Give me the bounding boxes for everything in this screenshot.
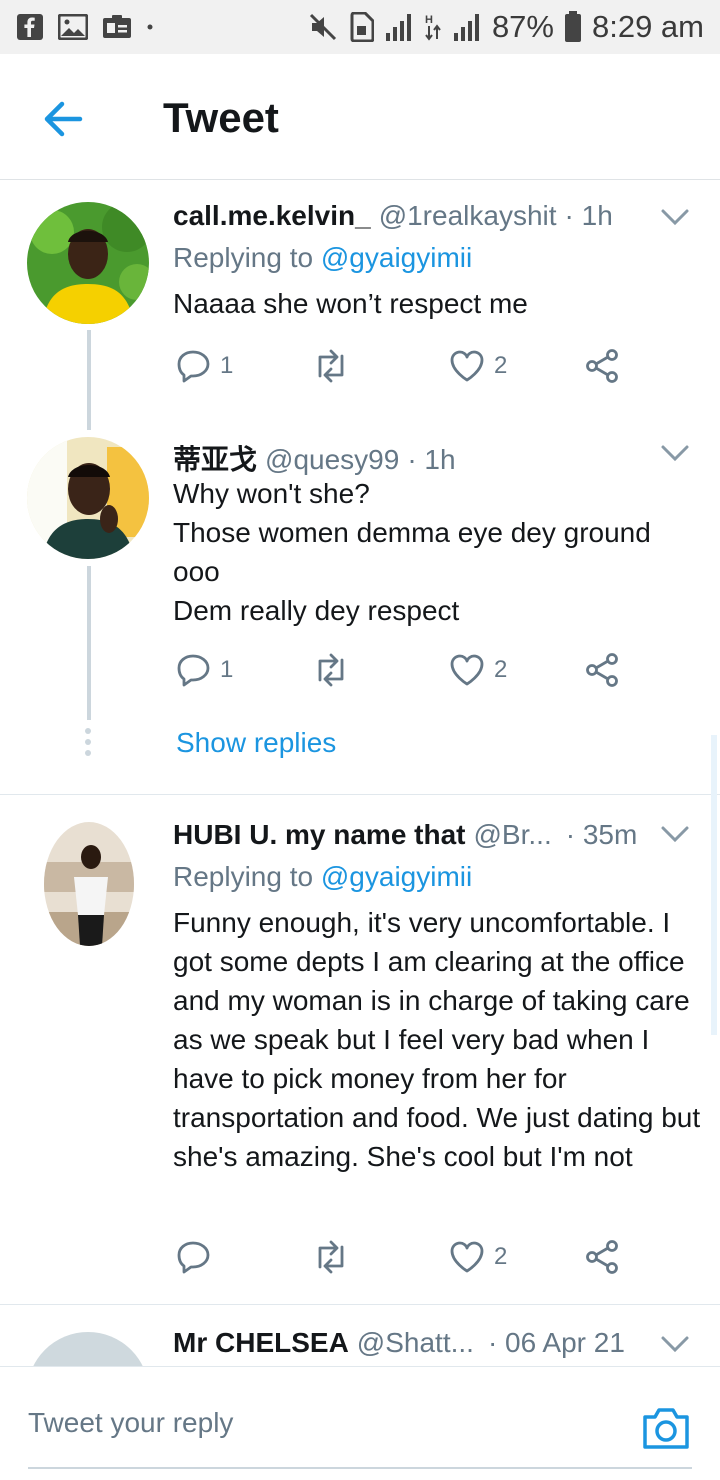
dot-icon xyxy=(146,23,154,31)
heart-icon xyxy=(450,1241,484,1273)
show-replies-link[interactable]: Show replies xyxy=(176,727,336,759)
reply-input[interactable]: Tweet your reply xyxy=(28,1407,233,1439)
clock: 8:29 am xyxy=(591,9,704,44)
mute-icon xyxy=(308,12,338,42)
retweet-button[interactable] xyxy=(311,1239,359,1275)
display-name[interactable]: 蒂亚戈 xyxy=(173,438,257,478)
heart-icon xyxy=(450,654,484,686)
page-title: Tweet xyxy=(163,94,279,141)
mention-link[interactable]: @gyaigyimii xyxy=(321,242,472,273)
like-button[interactable]: 2 xyxy=(448,652,507,688)
status-bar: H 87% 8:29 am xyxy=(0,0,720,54)
replying-to: Replying to @gyaigyimii xyxy=(173,242,473,273)
avatar[interactable] xyxy=(27,1332,149,1367)
reply-button[interactable]: 1 xyxy=(176,652,233,688)
timestamp: · 35m xyxy=(565,819,638,850)
scrollbar[interactable] xyxy=(711,735,717,1035)
tweet[interactable]: call.me.kelvin_ @1realkayshit · 1h Reply… xyxy=(0,180,720,430)
handle[interactable]: @1realkayshit xyxy=(379,200,557,232)
signal-icon xyxy=(452,13,482,41)
battery-percent: 87% xyxy=(491,9,554,44)
tweet-text: Funny enough, it's very uncomfortable. I… xyxy=(173,907,708,1172)
replying-to: Replying to @gyaigyimii xyxy=(173,861,473,892)
display-name[interactable]: call.me.kelvin_ xyxy=(173,200,371,232)
timestamp: · 06 Apr 21 xyxy=(487,1327,625,1358)
back-arrow-icon[interactable] xyxy=(40,96,86,142)
like-count: 2 xyxy=(494,1243,508,1270)
share-button[interactable] xyxy=(583,1239,621,1275)
handle[interactable]: @quesy99 xyxy=(265,444,399,476)
tweet-actions: 1 2 xyxy=(173,348,633,388)
tweet[interactable]: 蒂亚戈 @quesy99 · 1h Why won't she? Those w… xyxy=(0,430,720,730)
reply-input-underline xyxy=(28,1467,692,1469)
tweet[interactable]: HUBI U. my name that @Br... · 35m Replyi… xyxy=(0,795,720,1305)
timestamp: · 1h xyxy=(407,444,456,475)
chevron-down-icon[interactable] xyxy=(660,444,690,462)
share-button[interactable] xyxy=(583,652,621,688)
thread-dots xyxy=(83,728,93,756)
heart-icon xyxy=(450,350,484,382)
like-button[interactable]: 2 xyxy=(448,1239,507,1275)
tweet[interactable]: Mr CHELSEA @Shatt... · 06 Apr 21 xyxy=(0,1305,720,1367)
handle[interactable]: @Br... xyxy=(474,819,552,851)
display-name[interactable]: Mr CHELSEA xyxy=(173,1327,349,1359)
retweet-icon xyxy=(318,653,344,687)
battery-icon xyxy=(564,11,582,43)
svg-text:H: H xyxy=(425,14,433,26)
camera-icon[interactable] xyxy=(641,1405,691,1451)
tweet-actions: 2 xyxy=(173,1239,633,1279)
top-bar: Tweet xyxy=(0,54,720,180)
reply-count: 1 xyxy=(220,656,234,683)
like-button[interactable]: 2 xyxy=(448,348,507,384)
like-count: 2 xyxy=(494,352,508,379)
handle[interactable]: @Shatt... xyxy=(357,1327,474,1359)
reply-button[interactable] xyxy=(176,1239,220,1275)
tweet-actions: 1 2 xyxy=(173,652,633,692)
facebook-icon xyxy=(16,13,44,41)
reply-icon xyxy=(177,1241,210,1274)
signal-icon xyxy=(384,13,414,41)
reply-icon xyxy=(177,654,210,687)
display-name[interactable]: HUBI U. my name that xyxy=(173,819,466,851)
reply-icon xyxy=(177,350,210,383)
chevron-down-icon[interactable] xyxy=(660,1335,690,1353)
tweet-text: Naaaa she won’t respect me xyxy=(173,288,528,319)
avatar[interactable] xyxy=(44,822,134,946)
retweet-icon xyxy=(318,349,344,383)
reply-count: 1 xyxy=(220,352,234,379)
share-icon xyxy=(586,1240,618,1274)
like-count: 2 xyxy=(494,656,508,683)
retweet-button[interactable] xyxy=(311,652,359,688)
chevron-down-icon[interactable] xyxy=(660,825,690,843)
retweet-button[interactable] xyxy=(311,348,359,384)
retweet-icon xyxy=(318,1240,344,1274)
data-arrows-icon: H xyxy=(424,12,442,42)
avatar[interactable] xyxy=(27,202,149,324)
share-button[interactable] xyxy=(583,348,621,384)
avatar[interactable] xyxy=(27,437,149,559)
share-icon xyxy=(586,653,618,687)
id-card-icon xyxy=(102,15,132,39)
reply-button[interactable]: 1 xyxy=(176,348,233,384)
share-icon xyxy=(586,349,618,383)
timestamp: · 1h xyxy=(564,200,613,231)
gallery-icon xyxy=(58,14,88,40)
reply-composer[interactable]: Tweet your reply xyxy=(0,1366,720,1480)
tweet-text: Why won't she? Those women demma eye dey… xyxy=(173,478,651,626)
sim-icon xyxy=(348,12,374,42)
mention-link[interactable]: @gyaigyimii xyxy=(321,861,472,892)
chevron-down-icon[interactable] xyxy=(660,208,690,226)
